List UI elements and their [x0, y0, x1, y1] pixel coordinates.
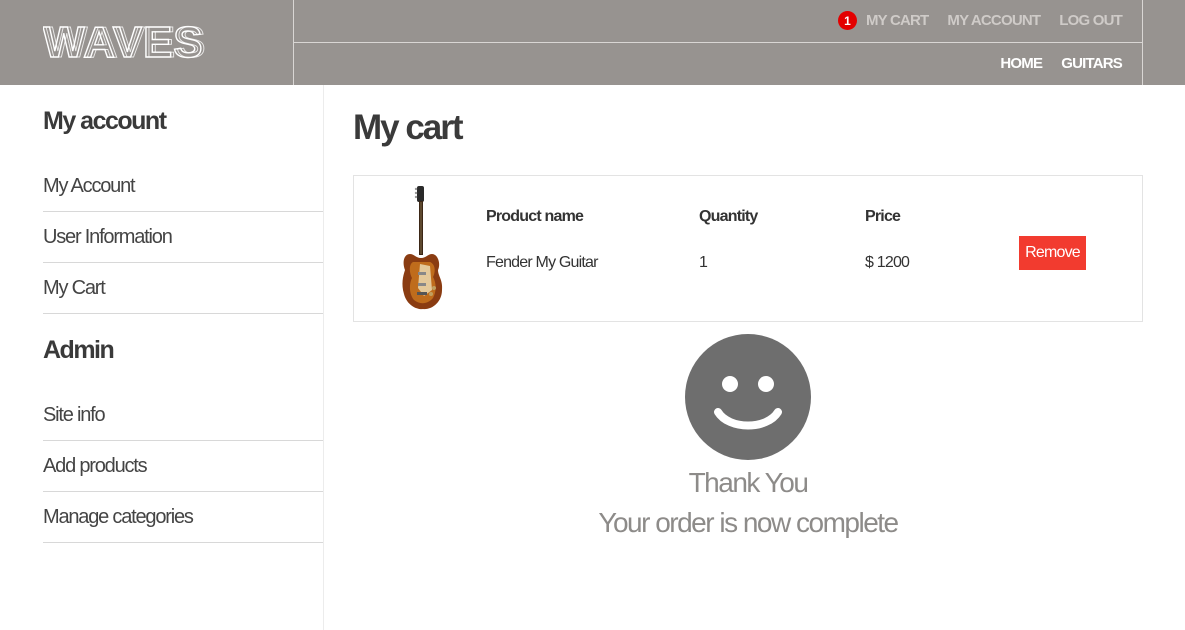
page-title: My cart [353, 108, 464, 147]
thank-you-text: Thank You [688, 467, 809, 498]
account-sidebar: My account My Account User Information M… [0, 85, 324, 630]
header-main-nav: Home Guitars [294, 43, 1142, 85]
guitar-product-image [402, 186, 443, 310]
admin-menu: Site info Add products Manage categories [43, 390, 323, 543]
admin-heading: Admin [43, 336, 115, 364]
order-complete-text: Your order is now complete [598, 507, 899, 538]
order-complete-message: Thank You Your order is now complete [353, 334, 1143, 543]
account-menu: My Account User Information My Cart [43, 161, 323, 314]
svg-text:WAVES: WAVES [46, 22, 207, 62]
sidebar-item-add-products[interactable]: Add products [43, 441, 323, 492]
cart-item-row: Product name Quantity Price Fender My Gu… [353, 175, 1143, 322]
product-name-value: Fender My Guitar [486, 254, 598, 271]
smiley-icon [685, 334, 811, 460]
price-header: Price [865, 208, 901, 225]
sidebar-item-my-account[interactable]: My Account [43, 161, 323, 212]
main-nav-links: Home Guitars [981, 55, 1122, 72]
header-top-bar: 1 My Cart My Account Log out [294, 0, 1142, 43]
sidebar-item-site-info[interactable]: Site info [43, 390, 323, 441]
waves-logo[interactable]: WAVES WAVES [43, 22, 218, 62]
log-out-link[interactable]: Log out [1059, 12, 1123, 29]
my-cart-link[interactable]: My Cart [866, 12, 929, 29]
quantity-value: 1 [699, 254, 708, 271]
cart-link-wrap[interactable]: 1 My Cart [837, 11, 929, 30]
user-links: 1 My Cart My Account Log out [837, 11, 1123, 30]
quantity-header: Quantity [699, 208, 758, 225]
site-header: WAVES WAVES 1 My Cart My Account Log out… [0, 0, 1185, 85]
header-nav-area: 1 My Cart My Account Log out Home Guitar… [293, 0, 1143, 85]
home-link[interactable]: Home [1000, 55, 1043, 72]
cart-count-badge: 1 [837, 11, 857, 30]
my-account-link[interactable]: My Account [947, 12, 1041, 29]
sidebar-item-user-information[interactable]: User Information [43, 212, 323, 263]
sidebar-item-my-cart[interactable]: My Cart [43, 263, 323, 314]
price-value: $ 1200 [865, 254, 910, 271]
sidebar-item-manage-categories[interactable]: Manage categories [43, 492, 323, 543]
guitars-link[interactable]: Guitars [1061, 55, 1123, 72]
product-name-header: Product name [486, 208, 584, 225]
my-account-heading: My account [43, 107, 167, 135]
remove-button[interactable]: Remove [1019, 236, 1086, 270]
